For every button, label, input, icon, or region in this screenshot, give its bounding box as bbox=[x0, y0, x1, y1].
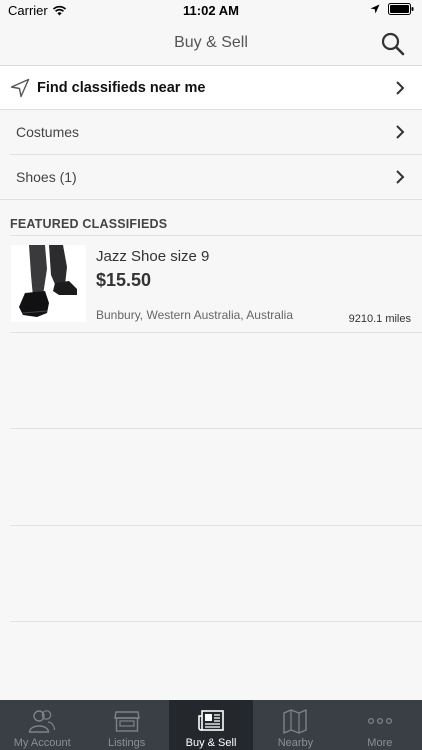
page-title: Buy & Sell bbox=[174, 34, 248, 51]
status-bar: Carrier 11:02 AM bbox=[0, 0, 422, 22]
listing-item[interactable]: Jazz Shoe size 9 $15.50 Bunbury, Western… bbox=[0, 236, 422, 332]
tab-bar: My Account Listings Buy & Sell Nearby Mo… bbox=[0, 700, 422, 750]
navigation-bar: Buy & Sell bbox=[0, 22, 422, 66]
chevron-right-icon bbox=[396, 170, 405, 184]
storefront-icon bbox=[113, 711, 140, 732]
divider bbox=[10, 525, 422, 526]
newspaper-icon bbox=[198, 710, 224, 731]
listing-thumbnail bbox=[11, 245, 86, 322]
section-divider bbox=[0, 199, 422, 200]
listing-title: Jazz Shoe size 9 bbox=[96, 248, 210, 265]
listing-location: Bunbury, Western Australia, Australia bbox=[96, 308, 293, 322]
search-icon[interactable] bbox=[380, 31, 406, 57]
listing-distance: 9210.1 miles bbox=[348, 313, 411, 325]
category-row-shoes[interactable]: Shoes (1) bbox=[0, 155, 422, 200]
users-icon bbox=[28, 710, 56, 733]
tab-buy-and-sell[interactable]: Buy & Sell bbox=[168, 700, 254, 750]
divider bbox=[10, 428, 422, 429]
map-icon bbox=[283, 709, 308, 734]
divider bbox=[10, 621, 422, 622]
tab-listings[interactable]: Listings bbox=[84, 700, 168, 750]
tab-label: Buy & Sell bbox=[185, 737, 237, 749]
battery-icon bbox=[388, 3, 414, 15]
chevron-right-icon bbox=[396, 125, 405, 139]
category-label: Shoes (1) bbox=[16, 169, 77, 185]
tab-label: Nearby bbox=[277, 737, 314, 749]
chevron-right-icon bbox=[396, 81, 405, 95]
location-services-icon bbox=[370, 4, 380, 14]
divider bbox=[10, 332, 422, 333]
find-classifieds-near-me-row[interactable]: Find classifieds near me bbox=[0, 66, 422, 110]
tab-label: My Account bbox=[13, 737, 71, 749]
tab-more[interactable]: More bbox=[338, 700, 422, 750]
tab-label: More bbox=[367, 737, 393, 749]
more-dots-icon bbox=[367, 717, 392, 725]
category-row-costumes[interactable]: Costumes bbox=[0, 110, 422, 155]
category-label: Costumes bbox=[16, 124, 80, 140]
listing-price: $15.50 bbox=[96, 270, 152, 290]
tab-nearby[interactable]: Nearby bbox=[253, 700, 337, 750]
tab-label: Listings bbox=[107, 737, 146, 749]
location-arrow-icon bbox=[10, 78, 30, 98]
featured-classifieds-header: FEATURED CLASSIFIEDS bbox=[10, 217, 168, 231]
jazz-shoe-image bbox=[11, 245, 86, 322]
status-right bbox=[370, 3, 414, 15]
tab-my-account[interactable]: My Account bbox=[0, 700, 84, 750]
status-time: 11:02 AM bbox=[183, 3, 239, 18]
find-nearby-label: Find classifieds near me bbox=[37, 80, 206, 96]
